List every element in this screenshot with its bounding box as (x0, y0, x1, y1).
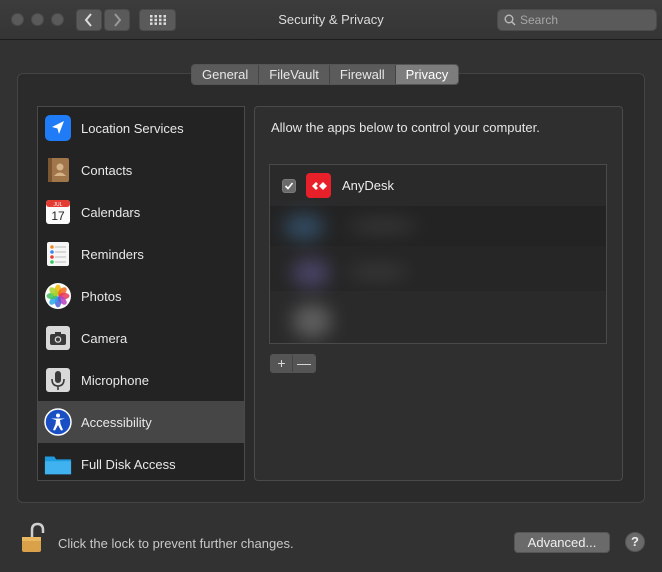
calendar-month-text: JUL (54, 202, 63, 208)
sidebar-item-contacts[interactable]: Contacts (38, 149, 244, 191)
reminders-list-icon (44, 240, 72, 268)
folder-icon (44, 450, 72, 478)
sidebar-item-label: Microphone (81, 372, 149, 388)
sidebar-item-label: Contacts (81, 162, 133, 178)
sidebar-item-label: Camera (81, 330, 128, 346)
search-input[interactable] (520, 13, 650, 27)
app-enabled-checkbox[interactable] (282, 178, 296, 193)
sidebar-item-label: Accessibility (81, 414, 152, 430)
sidebar-item-photos[interactable]: Photos (38, 275, 244, 317)
sidebar-item-location-services[interactable]: Location Services (38, 107, 244, 149)
sidebar-item-label: Location Services (81, 120, 184, 136)
search-icon (504, 14, 516, 26)
search-field[interactable] (497, 9, 657, 31)
sidebar-item-label: Reminders (81, 246, 144, 262)
blurred-app-entries (270, 206, 606, 343)
contacts-book-icon (44, 156, 72, 184)
advanced-button[interactable]: Advanced... (514, 532, 610, 553)
app-name: AnyDesk (342, 178, 395, 193)
help-button[interactable]: ? (625, 532, 645, 552)
sidebar-item-reminders[interactable]: Reminders (38, 233, 244, 275)
privacy-category-list: Location Services Contacts JUL 17 Calend… (37, 106, 245, 481)
title-bar: Security & Privacy (0, 0, 662, 40)
app-list[interactable]: AnyDesk (269, 164, 607, 344)
tab-filevault[interactable]: FileVault (259, 65, 330, 84)
anydesk-icon (306, 173, 331, 198)
list-item[interactable]: AnyDesk (270, 165, 606, 206)
sidebar-item-microphone[interactable]: Microphone (38, 359, 244, 401)
location-arrow-icon (44, 114, 72, 142)
tab-privacy[interactable]: Privacy (395, 65, 459, 84)
sidebar-item-accessibility[interactable]: Accessibility (38, 401, 244, 443)
calendar-icon: JUL 17 (44, 198, 72, 226)
add-app-button[interactable]: + (271, 355, 293, 372)
sidebar-item-full-disk-access[interactable]: Full Disk Access (38, 443, 244, 485)
checkmark-icon (284, 181, 294, 190)
add-remove-control: + — (270, 354, 316, 373)
accessibility-icon (44, 408, 72, 436)
tab-bar: General FileVault Firewall Privacy (191, 64, 460, 85)
sidebar-item-label: Calendars (81, 204, 141, 220)
sidebar-item-camera[interactable]: Camera (38, 317, 244, 359)
lock-status-text: Click the lock to prevent further change… (58, 536, 294, 551)
photos-flower-icon (44, 282, 72, 310)
instruction-text: Allow the apps below to control your com… (271, 120, 540, 135)
camera-icon (44, 324, 72, 352)
lock-icon[interactable] (21, 522, 45, 554)
tab-firewall[interactable]: Firewall (329, 65, 396, 84)
tab-general[interactable]: General (192, 65, 260, 84)
remove-app-button[interactable]: — (293, 355, 315, 372)
sidebar-item-label: Photos (81, 288, 122, 304)
sidebar-item-calendars[interactable]: JUL 17 Calendars (38, 191, 244, 233)
microphone-icon (44, 366, 72, 394)
sidebar-item-label: Full Disk Access (81, 456, 176, 472)
calendar-day-text: 17 (51, 209, 65, 223)
